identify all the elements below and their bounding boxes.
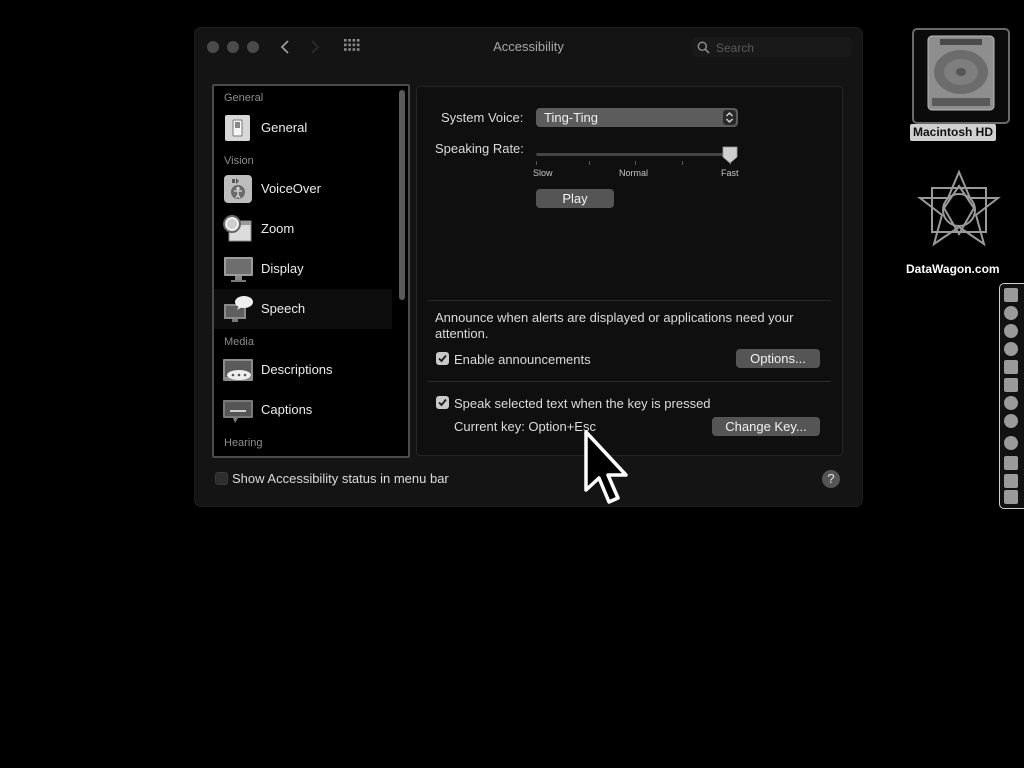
sidebar-item-display[interactable]: Display	[214, 249, 392, 289]
options-button[interactable]: Options...	[736, 349, 820, 368]
app-store-icon[interactable]	[1004, 436, 1018, 450]
speak-selected-checkbox[interactable]	[436, 396, 449, 409]
category-list[interactable]: General General Vision VoiceOver Zoom Di…	[212, 84, 410, 458]
slider-track	[536, 153, 733, 156]
show-status-label[interactable]: Show Accessibility status in menu bar	[232, 471, 449, 486]
rate-normal-label: Normal	[619, 168, 649, 178]
descriptions-icon	[223, 356, 253, 384]
sidebar-item-label: Descriptions	[261, 362, 333, 377]
system-voice-value: Ting-Ting	[544, 110, 598, 125]
safari-icon[interactable]	[1004, 342, 1018, 356]
enable-announcements-checkbox[interactable]	[436, 352, 449, 365]
system-voice-popup[interactable]: Ting-Ting	[536, 108, 738, 127]
rate-fast-label: Fast	[721, 168, 739, 178]
speech-panel: System Voice: Ting-Ting Speaking Rate: S…	[416, 86, 843, 456]
system-preferences-icon[interactable]	[1004, 414, 1018, 428]
speaking-rate-label: Speaking Rate:	[435, 141, 524, 156]
app-store-icon[interactable]	[1004, 396, 1018, 410]
sidebar-item-label: Captions	[261, 402, 313, 417]
launchpad-icon[interactable]	[1004, 306, 1018, 320]
sidebar-item-descriptions[interactable]: Descriptions	[214, 350, 392, 390]
slider-knob[interactable]	[722, 146, 738, 164]
sidebar-item-voiceover[interactable]: VoiceOver	[214, 169, 392, 209]
macintosh-hd-icon[interactable]	[912, 28, 1010, 124]
finder-icon[interactable]	[1004, 288, 1018, 302]
enable-announcements-label[interactable]: Enable announcements	[454, 352, 591, 367]
rate-slow-label: Slow	[533, 168, 553, 178]
sidebar-item-label: Zoom	[261, 221, 295, 236]
checkmark-icon	[438, 354, 447, 363]
sidebar-item-label: Speech	[261, 301, 306, 316]
sidebar-item-label: Display	[261, 261, 304, 276]
zoom-icon	[223, 215, 253, 243]
search-input[interactable]	[714, 38, 848, 58]
photos-icon[interactable]	[1004, 456, 1018, 470]
sidebar-scrollbar[interactable]	[398, 88, 406, 452]
display-icon	[223, 255, 253, 283]
chrome-icon[interactable]	[1004, 324, 1018, 338]
trash-icon[interactable]	[1004, 490, 1018, 504]
divider	[427, 381, 831, 382]
speak-selected-label[interactable]: Speak selected text when the key is pres…	[454, 396, 711, 411]
sidebar-item-speech[interactable]: Speech	[214, 289, 392, 329]
scrollbar-thumb[interactable]	[399, 90, 405, 300]
announce-description: Announce when alerts are displayed or ap…	[435, 310, 794, 341]
help-button[interactable]: ?	[822, 470, 840, 488]
datawagon-label[interactable]: DataWagon.com	[906, 262, 1000, 276]
divider	[427, 300, 831, 301]
voiceover-icon	[223, 175, 253, 203]
datawagon-star-icon[interactable]	[914, 168, 1004, 252]
current-key-label: Current key: Option+Esc	[454, 419, 596, 434]
switch-icon	[223, 114, 253, 142]
mouse-pointer-icon	[582, 430, 632, 506]
slider-tick	[536, 161, 537, 165]
captions-icon	[223, 396, 253, 424]
section-hearing: Hearing	[224, 437, 263, 449]
sidebar-item-general[interactable]: General	[214, 108, 392, 148]
change-key-button[interactable]: Change Key...	[712, 417, 820, 436]
system-voice-label: System Voice:	[441, 110, 524, 125]
dock	[999, 283, 1024, 509]
sidebar-item-label: VoiceOver	[261, 181, 321, 196]
show-status-checkbox[interactable]	[215, 472, 228, 485]
sidebar-item-label: General	[261, 120, 308, 135]
slider-tick	[635, 161, 636, 165]
downloads-icon[interactable]	[1004, 474, 1018, 488]
title-bar: Accessibility	[195, 28, 862, 66]
checkmark-icon	[438, 398, 447, 407]
search-field[interactable]	[692, 37, 852, 58]
sidebar-item-zoom[interactable]: Zoom	[214, 209, 392, 249]
section-media: Media	[224, 336, 254, 348]
speech-icon	[223, 295, 253, 323]
sidebar-item-captions[interactable]: Captions	[214, 390, 392, 430]
slider-tick	[589, 161, 590, 165]
macintosh-hd-label[interactable]: Macintosh HD	[910, 124, 997, 141]
notes-icon[interactable]	[1004, 378, 1018, 392]
play-button[interactable]: Play	[536, 189, 614, 208]
search-icon	[697, 41, 710, 54]
section-vision: Vision	[224, 155, 254, 167]
popup-arrows-icon	[723, 110, 736, 125]
section-general: General	[224, 92, 264, 104]
slider-tick	[682, 161, 683, 165]
accessibility-window: Accessibility General General Vision	[195, 28, 862, 506]
calendar-icon[interactable]	[1004, 360, 1018, 374]
